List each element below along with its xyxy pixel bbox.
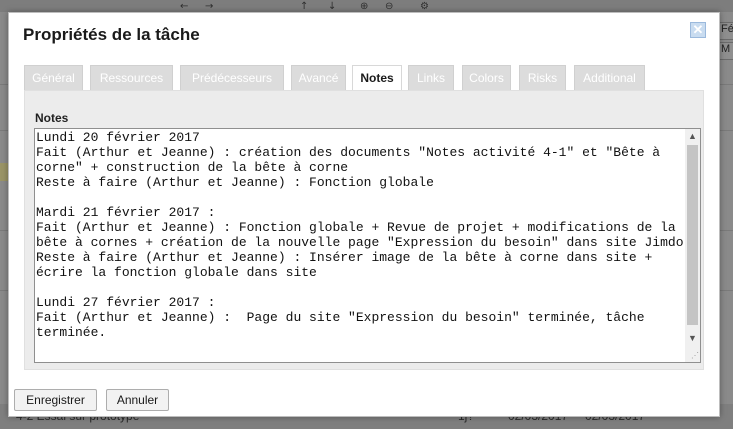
- arrow-left-icon: ←: [180, 1, 189, 12]
- notes-label: Notes: [35, 111, 69, 125]
- scroll-up-icon[interactable]: ▲: [685, 129, 700, 144]
- tab-links[interactable]: Links: [408, 65, 454, 90]
- tab-additional[interactable]: Additional: [574, 65, 645, 90]
- notes-tab-panel: Notes Lundi 20 février 2017 Fait (Arthur…: [24, 90, 704, 370]
- background-column-header: Fé: [718, 22, 733, 40]
- tab-resources[interactable]: Ressources: [90, 65, 173, 90]
- background-highlight-cell: [0, 163, 8, 181]
- notes-textarea[interactable]: Lundi 20 février 2017 Fait (Arthur et Je…: [34, 128, 701, 363]
- gear-icon: ⚙: [420, 1, 429, 12]
- background-column-header: M: [718, 42, 733, 60]
- cancel-button[interactable]: Annuler: [106, 389, 169, 411]
- arrow-up-icon: ↑: [300, 1, 309, 12]
- close-icon[interactable]: ✕: [690, 22, 706, 38]
- tab-predecessors[interactable]: Prédécesseurs: [180, 65, 284, 90]
- zoom-in-icon: ⊕: [360, 1, 369, 12]
- tab-advanced[interactable]: Avancé: [291, 65, 346, 90]
- scroll-thumb[interactable]: [687, 145, 698, 325]
- scroll-down-icon[interactable]: ▼: [685, 331, 700, 346]
- save-button[interactable]: Enregistrer: [14, 389, 97, 411]
- notes-text[interactable]: Lundi 20 février 2017 Fait (Arthur et Je…: [36, 130, 684, 340]
- dialog-title: Propriétés de la tâche: [23, 25, 200, 44]
- notes-scrollbar[interactable]: ▲ ▼: [685, 129, 700, 362]
- arrow-down-icon: ↓: [328, 1, 337, 12]
- tab-colors[interactable]: Colors: [462, 65, 511, 90]
- tab-notes[interactable]: Notes: [352, 65, 402, 91]
- resize-grip-icon[interactable]: ⋰: [689, 351, 699, 361]
- zoom-out-icon: ⊖: [385, 1, 394, 12]
- background-right-columns: Fé M: [718, 22, 733, 62]
- tab-risks[interactable]: Risks: [519, 65, 566, 90]
- background-toolbar: ← → ↑ ↓ ⊕ ⊖ ⚙: [0, 0, 733, 12]
- task-properties-dialog: Propriétés de la tâche ✕ Général Ressour…: [8, 12, 720, 417]
- arrow-right-icon: →: [205, 1, 214, 12]
- tab-general[interactable]: Général: [24, 65, 83, 90]
